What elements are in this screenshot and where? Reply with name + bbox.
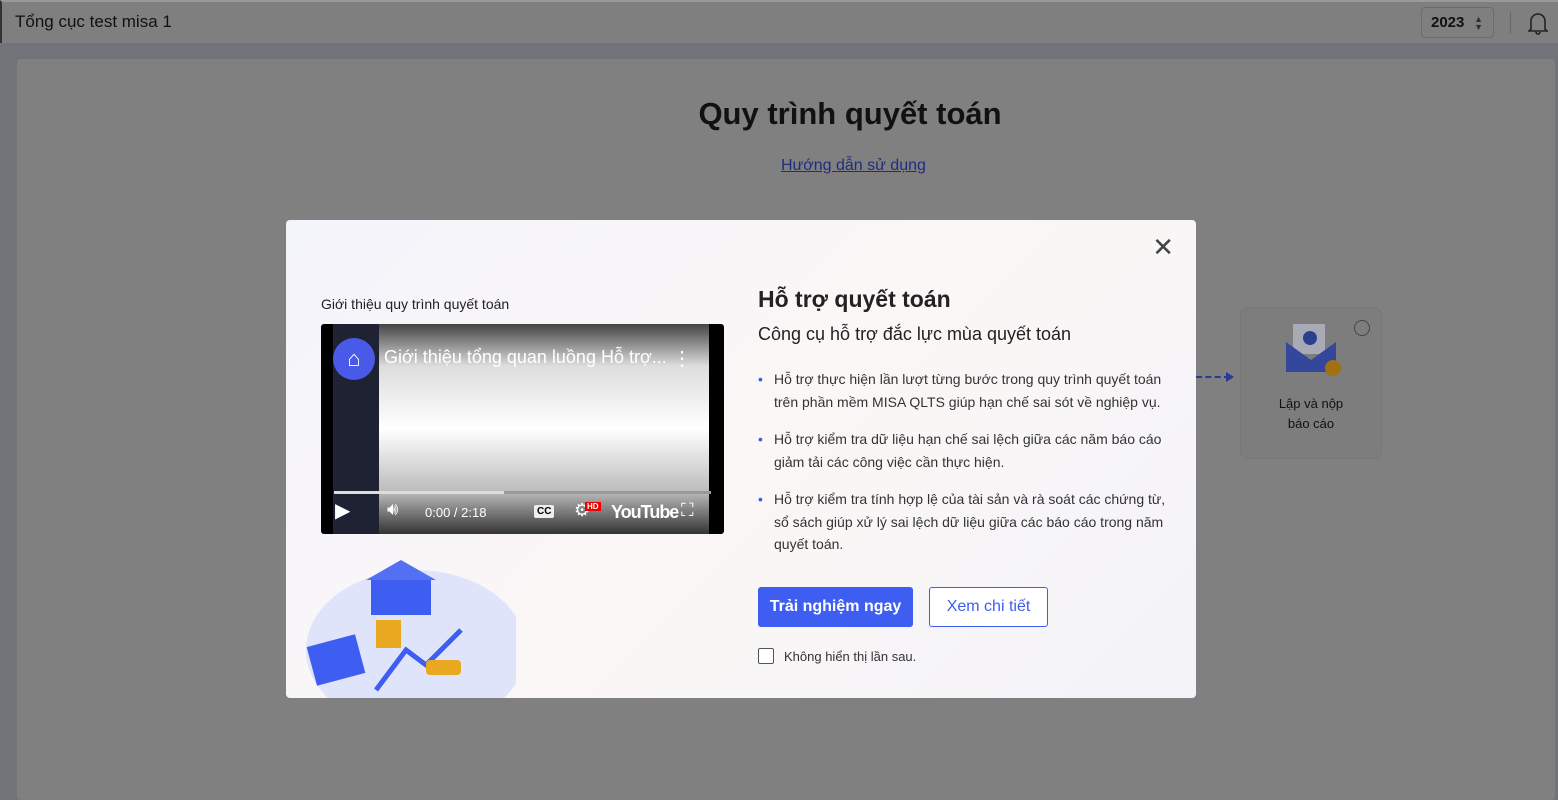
feature-list: Hỗ trợ thực hiện lần lượt từng bước tron… xyxy=(758,368,1168,571)
modal-subheading: Công cụ hỗ trợ đắc lực mùa quyết toán xyxy=(758,324,1072,344)
try-now-button[interactable]: Trải nghiệm ngay xyxy=(758,587,913,627)
more-options-icon[interactable]: ⋮ xyxy=(672,346,692,371)
user-guide-link[interactable]: Hướng dẫn sử dụng xyxy=(781,157,926,175)
hd-badge: HD xyxy=(585,502,601,511)
step-label: Lập và nộp xyxy=(1278,396,1344,411)
year-selector[interactable]: 2023 ▲ ▼ xyxy=(1421,7,1494,38)
video-label: Giới thiệu quy trình quyết toán xyxy=(321,296,510,312)
app-header: Tổng cục test misa 1 2023 ▲ ▼ xyxy=(0,0,1558,43)
step-card-report[interactable]: Lập và nộp báo cáo xyxy=(1240,307,1382,459)
step-label: báo cáo xyxy=(1287,416,1335,431)
video-title[interactable]: Giới thiệu tổng quan luồng Hỗ trợ... xyxy=(384,347,667,368)
checkbox-label: Không hiển thị lần sau. xyxy=(784,648,917,664)
support-modal: ✕ Giới thiệu quy trình quyết toán ⌂ Giới… xyxy=(286,220,1196,698)
captions-button[interactable]: CC xyxy=(534,505,555,518)
bell-icon[interactable] xyxy=(1528,11,1548,35)
flow-arrow xyxy=(1196,372,1234,382)
play-icon[interactable]: ▶ xyxy=(335,498,350,523)
step-status-radio[interactable] xyxy=(1354,320,1370,336)
video-time: 0:00 / 2:18 xyxy=(425,505,487,520)
feature-item: Hỗ trợ kiểm tra dữ liệu hạn chế sai lệch… xyxy=(758,428,1168,473)
checkbox[interactable] xyxy=(758,648,774,664)
year-value: 2023 xyxy=(1431,14,1465,31)
app-title: Tổng cục test misa 1 xyxy=(15,12,172,31)
report-envelope-icon xyxy=(1286,324,1341,376)
close-icon[interactable]: ✕ xyxy=(1152,232,1174,263)
page-title: Quy trình quyết toán xyxy=(698,96,1002,131)
youtube-video-player[interactable]: ⌂ Giới thiệu tổng quan luồng Hỗ trợ... ⋮… xyxy=(321,324,724,534)
fullscreen-icon[interactable]: ⛶ xyxy=(681,500,694,521)
view-details-button[interactable]: Xem chi tiết xyxy=(929,587,1048,627)
divider xyxy=(1510,12,1511,34)
volume-icon[interactable]: 🔊︎ xyxy=(387,499,398,520)
channel-logo-icon[interactable]: ⌂ xyxy=(333,338,375,380)
feature-item: Hỗ trợ thực hiện lần lượt từng bước tron… xyxy=(758,368,1168,413)
youtube-logo[interactable]: YouTube xyxy=(611,502,679,523)
video-progress-bar[interactable] xyxy=(334,491,711,494)
modal-heading: Hỗ trợ quyết toán xyxy=(758,286,951,312)
dont-show-again-checkbox[interactable]: Không hiển thị lần sau. xyxy=(758,648,916,664)
feature-item: Hỗ trợ kiểm tra tính hợp lệ của tài sản … xyxy=(758,488,1168,556)
finance-illustration xyxy=(306,560,516,698)
spinner-icon: ▲ ▼ xyxy=(1474,14,1483,32)
